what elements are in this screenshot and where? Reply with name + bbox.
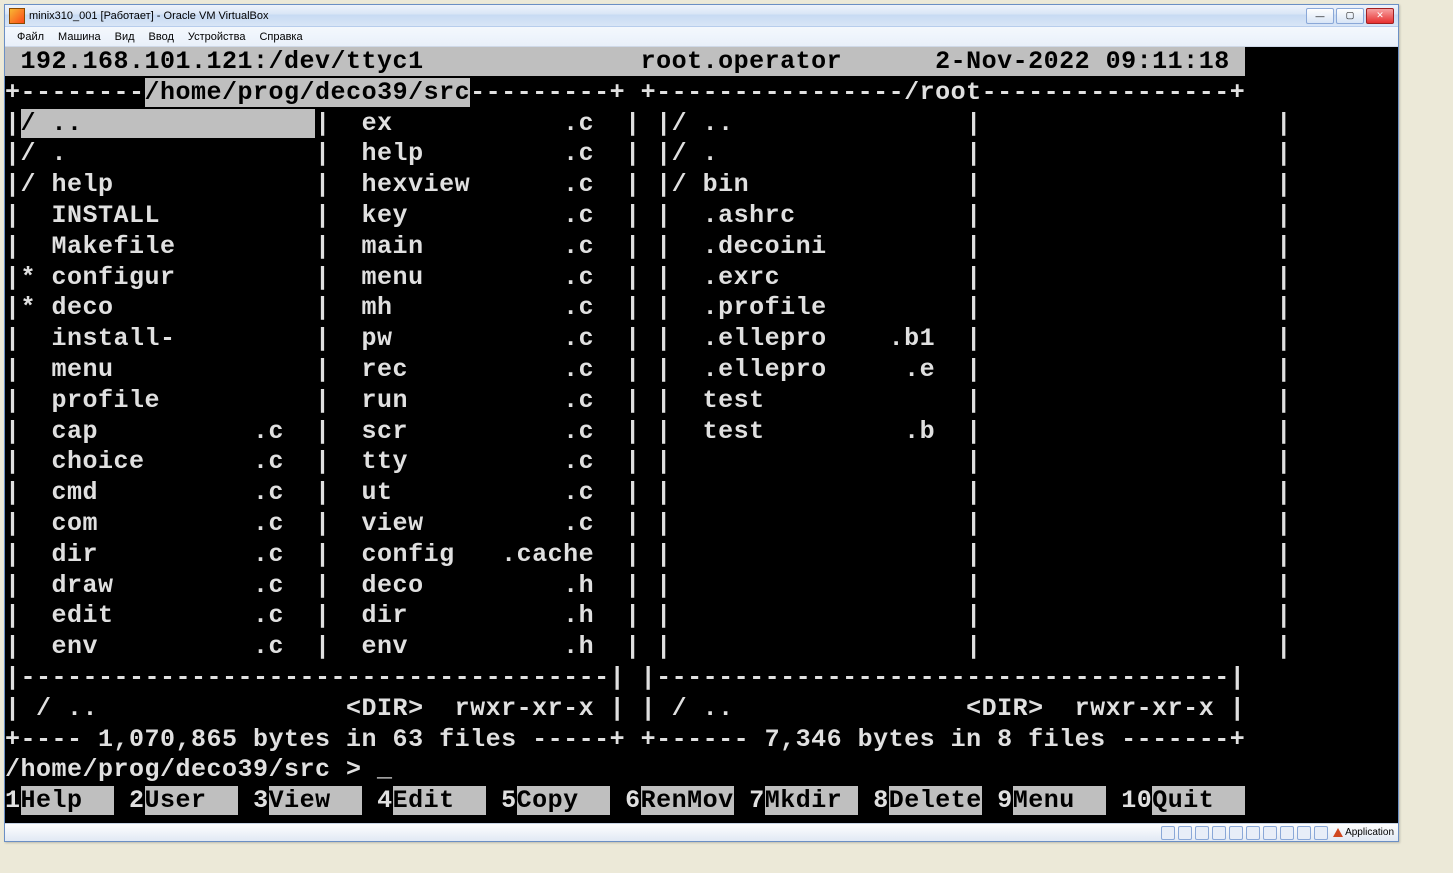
file-row[interactable]: | edit .c | dir .h | | | | bbox=[5, 601, 1292, 630]
menu-input[interactable]: Ввод bbox=[143, 30, 180, 44]
sb-icon-9[interactable] bbox=[1297, 826, 1311, 840]
fkey-delete[interactable]: Delete bbox=[889, 786, 982, 815]
sb-icon-6[interactable] bbox=[1246, 826, 1260, 840]
terminal[interactable]: 192.168.101.121:/dev/ttyc1 root.operator… bbox=[5, 47, 1398, 823]
file-row[interactable]: | Makefile | main .c | | .decoini | | bbox=[5, 232, 1292, 261]
file-row[interactable]: | cmd .c | ut .c | | | | bbox=[5, 478, 1292, 507]
sb-app-indicator[interactable]: Application bbox=[1333, 827, 1394, 838]
sb-icon-2[interactable] bbox=[1178, 826, 1192, 840]
file-row[interactable]: | dir .c | config .cache | | | | bbox=[5, 540, 1292, 569]
vm-window: minix310_001 [Работает] - Oracle VM Virt… bbox=[4, 4, 1399, 842]
titlebar[interactable]: minix310_001 [Работает] - Oracle VM Virt… bbox=[5, 5, 1398, 27]
fkey-view[interactable]: View bbox=[269, 786, 362, 815]
file-row[interactable]: | menu | rec .c | | .ellepro .e | | bbox=[5, 355, 1292, 384]
close-button[interactable]: ✕ bbox=[1366, 8, 1394, 24]
sb-icon-3[interactable] bbox=[1195, 826, 1209, 840]
file-row[interactable]: | cap .c | scr .c | | test .b | | bbox=[5, 417, 1292, 446]
sb-app-label: Application bbox=[1345, 827, 1394, 838]
file-row[interactable]: |/ . | help .c | |/ . | | bbox=[5, 139, 1292, 168]
fkey-help[interactable]: Help bbox=[21, 786, 114, 815]
fkeys-line: 1Help 2User 3View 4Edit 5Copy 6RenMov 7M… bbox=[5, 786, 1261, 815]
menu-help[interactable]: Справка bbox=[253, 30, 308, 44]
file-row[interactable]: | env .c | env .h | | | | bbox=[5, 632, 1292, 661]
file-row[interactable]: |* configur | menu .c | | .exrc | | bbox=[5, 263, 1292, 292]
prompt-line[interactable]: /home/prog/deco39/src > _ bbox=[5, 755, 1245, 784]
menu-view[interactable]: Вид bbox=[109, 30, 141, 44]
file-row[interactable]: |/ .. | ex .c | |/ .. | | bbox=[5, 109, 1292, 138]
fkey-user[interactable]: User bbox=[145, 786, 238, 815]
file-row[interactable]: |/ help | hexview .c | |/ bin | | bbox=[5, 170, 1292, 199]
maximize-button[interactable]: ▢ bbox=[1336, 8, 1364, 24]
sb-icon-5[interactable] bbox=[1229, 826, 1243, 840]
minimize-button[interactable]: — bbox=[1306, 8, 1334, 24]
fkey-renmov[interactable]: RenMov bbox=[641, 786, 734, 815]
fkey-menu[interactable]: Menu bbox=[1013, 786, 1106, 815]
menu-machine[interactable]: Машина bbox=[52, 30, 107, 44]
panel-border-top: +--------/home/prog/deco39/src---------+… bbox=[5, 78, 1245, 107]
vm-statusbar: Application bbox=[5, 823, 1398, 841]
fkey-quit[interactable]: Quit bbox=[1152, 786, 1245, 815]
panel-status: | / .. <DIR> rwxr-xr-x | | / .. <DIR> rw… bbox=[5, 694, 1245, 723]
file-row[interactable]: | draw .c | deco .h | | | | bbox=[5, 571, 1292, 600]
menu-file[interactable]: Файл bbox=[11, 30, 50, 44]
sb-icon-10[interactable] bbox=[1314, 826, 1328, 840]
header-line: 192.168.101.121:/dev/ttyc1 root.operator… bbox=[5, 47, 1245, 76]
menu-devices[interactable]: Устройства bbox=[182, 30, 252, 44]
sb-icon-1[interactable] bbox=[1161, 826, 1175, 840]
file-row[interactable]: | install- | pw .c | | .ellepro .b1 | | bbox=[5, 324, 1292, 353]
sb-icon-4[interactable] bbox=[1212, 826, 1226, 840]
window-title: minix310_001 [Работает] - Oracle VM Virt… bbox=[29, 10, 1306, 22]
panel-footer: +---- 1,070,865 bytes in 63 files -----+… bbox=[5, 725, 1245, 754]
file-row[interactable]: | INSTALL | key .c | | .ashrc | | bbox=[5, 201, 1292, 230]
file-row[interactable]: | profile | run .c | | test | | bbox=[5, 386, 1292, 415]
app-icon bbox=[9, 8, 25, 24]
menubar: Файл Машина Вид Ввод Устройства Справка bbox=[5, 27, 1398, 47]
file-row[interactable]: | choice .c | tty .c | | | | bbox=[5, 447, 1292, 476]
sb-icon-8[interactable] bbox=[1280, 826, 1294, 840]
sb-icon-7[interactable] bbox=[1263, 826, 1277, 840]
window-controls: — ▢ ✕ bbox=[1306, 8, 1394, 24]
fkey-mkdir[interactable]: Mkdir bbox=[765, 786, 858, 815]
panel-separator: |--------------------------------------|… bbox=[5, 663, 1245, 692]
file-row[interactable]: | com .c | view .c | | | | bbox=[5, 509, 1292, 538]
file-row[interactable]: |* deco | mh .c | | .profile | | bbox=[5, 293, 1292, 322]
fkey-copy[interactable]: Copy bbox=[517, 786, 610, 815]
fkey-edit[interactable]: Edit bbox=[393, 786, 486, 815]
triangle-icon bbox=[1333, 828, 1343, 837]
